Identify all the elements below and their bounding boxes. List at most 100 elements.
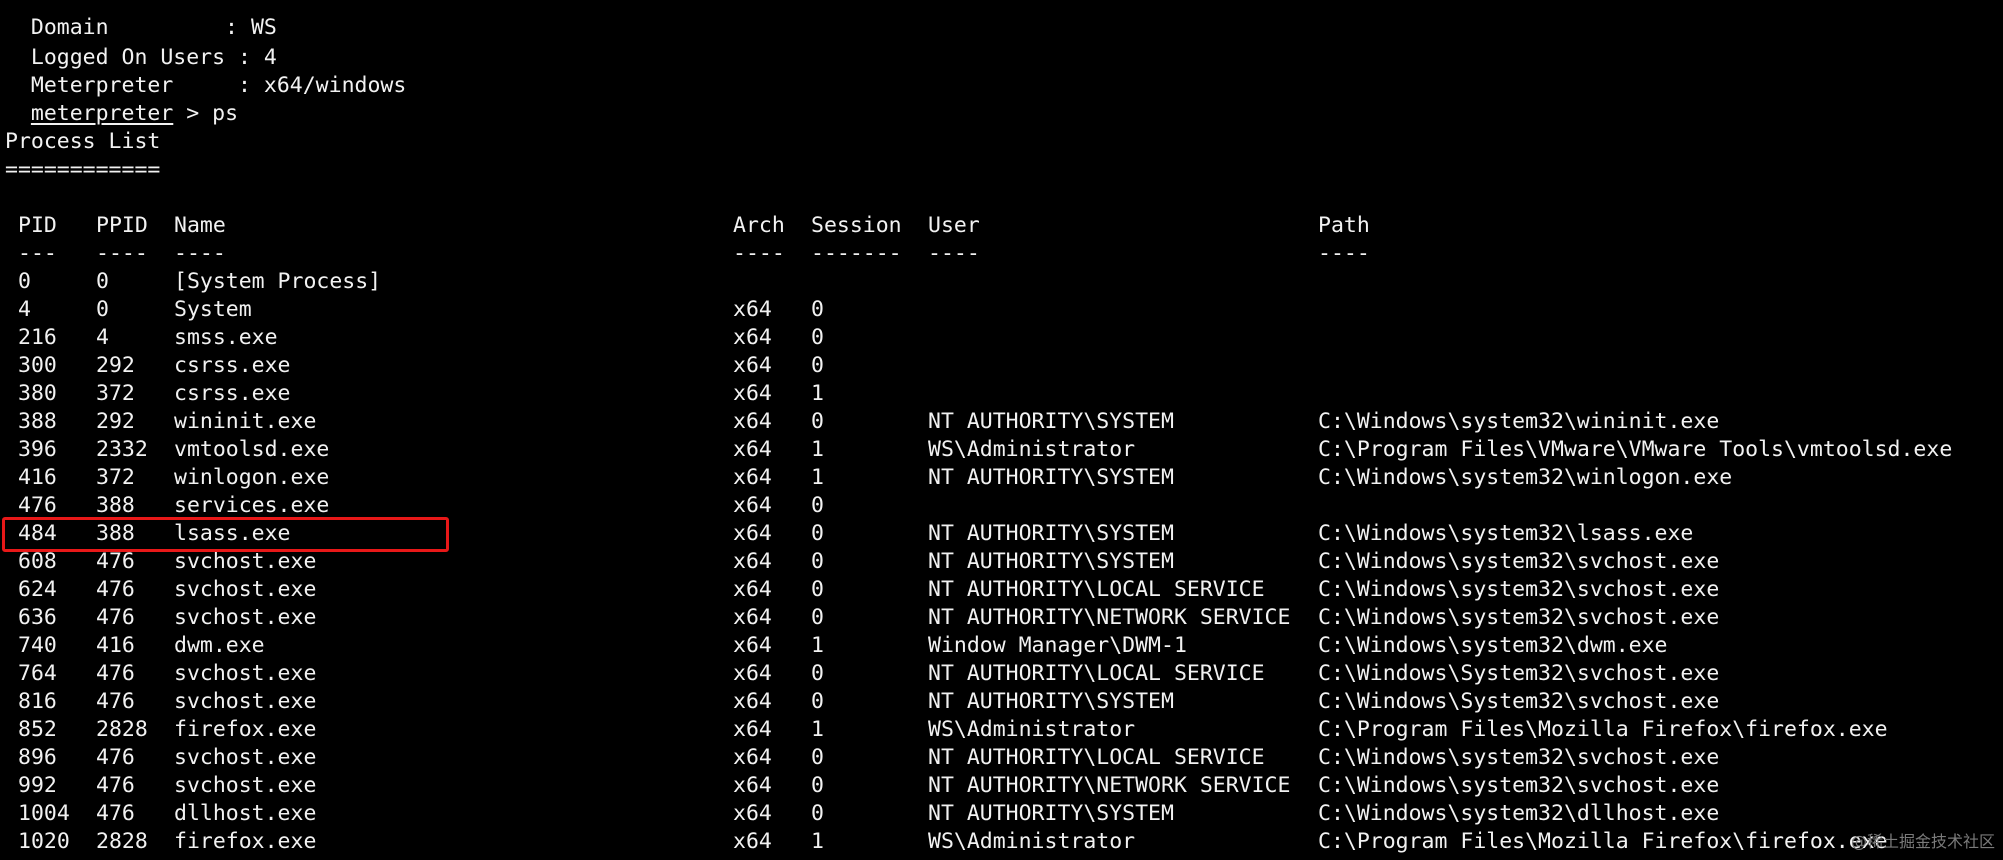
cell-user: NT AUTHORITY\SYSTEM [928, 521, 1174, 546]
cell-name: svchost.exe [174, 773, 317, 798]
cell-session: 1 [811, 829, 824, 854]
cell-ppid: 476 [96, 605, 135, 630]
cell-path: C:\Windows\System32\svchost.exe [1318, 661, 1720, 686]
cell-ppid: 476 [96, 773, 135, 798]
cell-ppid: 372 [96, 381, 135, 406]
cell-pid: 216 [18, 325, 57, 350]
cell-ppid: 2828 [96, 717, 148, 742]
session-domain-line: Domain : WS [5, 0, 277, 40]
cell-name: wininit.exe [174, 409, 317, 434]
cell-user: NT AUTHORITY\NETWORK SERVICE [928, 605, 1291, 630]
header-path: Path [1318, 213, 1370, 238]
cell-session: 0 [811, 521, 824, 546]
cell-arch: x64 [733, 549, 772, 574]
header-session: Session [811, 213, 902, 238]
cell-session: 0 [811, 353, 824, 378]
cell-arch: x64 [733, 353, 772, 378]
cell-arch: x64 [733, 717, 772, 742]
cell-user: NT AUTHORITY\SYSTEM [928, 409, 1174, 434]
cell-session: 0 [811, 661, 824, 686]
prompt-line[interactable]: meterpreter > ps [5, 72, 238, 126]
cell-session: 1 [811, 633, 824, 658]
session-meterpreter-value: x64/windows [263, 73, 407, 98]
cell-session: 0 [811, 409, 824, 434]
cell-session: 0 [811, 801, 824, 826]
cell-path: C:\Windows\system32\winlogon.exe [1318, 465, 1733, 490]
cell-arch: x64 [733, 381, 772, 406]
cell-ppid: 476 [96, 801, 135, 826]
session-meterpreter-line: Meterpreter : x64/windows [5, 44, 406, 98]
cell-pid: 4 [18, 297, 31, 322]
cell-path: C:\Program Files\Mozilla Firefox\firefox… [1318, 829, 1888, 854]
cell-user: WS\Administrator [928, 437, 1136, 462]
cell-name: svchost.exe [174, 745, 317, 770]
cell-arch: x64 [733, 493, 772, 518]
cell-pid: 396 [18, 437, 57, 462]
cell-name: System [174, 297, 252, 322]
cell-pid: 740 [18, 633, 57, 658]
header-arch: Arch [733, 213, 785, 238]
cell-session: 0 [811, 689, 824, 714]
cell-user: NT AUTHORITY\LOCAL SERVICE [928, 577, 1265, 602]
cell-path: C:\Windows\system32\svchost.exe [1318, 549, 1720, 574]
cell-arch: x64 [733, 633, 772, 658]
cell-session: 0 [811, 493, 824, 518]
cell-name: svchost.exe [174, 689, 317, 714]
cell-ppid: 476 [96, 661, 135, 686]
cell-path: C:\Windows\system32\svchost.exe [1318, 577, 1720, 602]
cell-ppid: 4 [96, 325, 109, 350]
cell-name: svchost.exe [174, 577, 317, 602]
cell-user: NT AUTHORITY\LOCAL SERVICE [928, 661, 1265, 686]
cell-ppid: 2332 [96, 437, 148, 462]
dashes-ppid: ---- [96, 241, 148, 266]
cell-ppid: 476 [96, 689, 135, 714]
cell-path: C:\Windows\system32\svchost.exe [1318, 745, 1720, 770]
cell-name: csrss.exe [174, 381, 291, 406]
cell-path: C:\Program Files\Mozilla Firefox\firefox… [1318, 717, 1888, 742]
dashes-name: ---- [174, 241, 226, 266]
cell-session: 1 [811, 437, 824, 462]
cell-user: NT AUTHORITY\NETWORK SERVICE [928, 773, 1291, 798]
section-title: Process List [5, 129, 161, 154]
cell-pid: 624 [18, 577, 57, 602]
cell-session: 0 [811, 605, 824, 630]
cell-arch: x64 [733, 465, 772, 490]
watermark-text: @稀土掘金技术社区 [1850, 832, 1995, 851]
cell-user: WS\Administrator [928, 829, 1136, 854]
cell-path: C:\Windows\system32\svchost.exe [1318, 773, 1720, 798]
cell-path: C:\Windows\system32\svchost.exe [1318, 605, 1720, 630]
cell-arch: x64 [733, 661, 772, 686]
cell-pid: 608 [18, 549, 57, 574]
cell-arch: x64 [733, 521, 772, 546]
cell-path: C:\Windows\system32\dwm.exe [1318, 633, 1668, 658]
cell-arch: x64 [733, 605, 772, 630]
cell-ppid: 372 [96, 465, 135, 490]
dashes-pid: --- [18, 241, 57, 266]
cell-ppid: 292 [96, 409, 135, 434]
cell-arch: x64 [733, 689, 772, 714]
cell-arch: x64 [733, 745, 772, 770]
cell-name: services.exe [174, 493, 330, 518]
cell-arch: x64 [733, 409, 772, 434]
cell-session: 0 [811, 325, 824, 350]
cell-pid: 380 [18, 381, 57, 406]
cell-pid: 300 [18, 353, 57, 378]
cell-arch: x64 [733, 829, 772, 854]
cell-pid: 0 [18, 269, 31, 294]
cell-user: Window Manager\DWM-1 [928, 633, 1187, 658]
cell-session: 0 [811, 773, 824, 798]
cell-name: svchost.exe [174, 549, 317, 574]
cell-pid: 1020 [18, 829, 70, 854]
cell-name: dllhost.exe [174, 801, 317, 826]
cell-ppid: 388 [96, 493, 135, 518]
cell-user: NT AUTHORITY\LOCAL SERVICE [928, 745, 1265, 770]
cell-pid: 416 [18, 465, 57, 490]
cell-ppid: 0 [96, 269, 109, 294]
cell-ppid: 476 [96, 577, 135, 602]
cell-path: C:\Windows\System32\svchost.exe [1318, 689, 1720, 714]
dashes-arch: ---- [733, 241, 785, 266]
cell-user: NT AUTHORITY\SYSTEM [928, 465, 1174, 490]
cell-ppid: 292 [96, 353, 135, 378]
cell-name: firefox.exe [174, 717, 317, 742]
cell-pid: 388 [18, 409, 57, 434]
